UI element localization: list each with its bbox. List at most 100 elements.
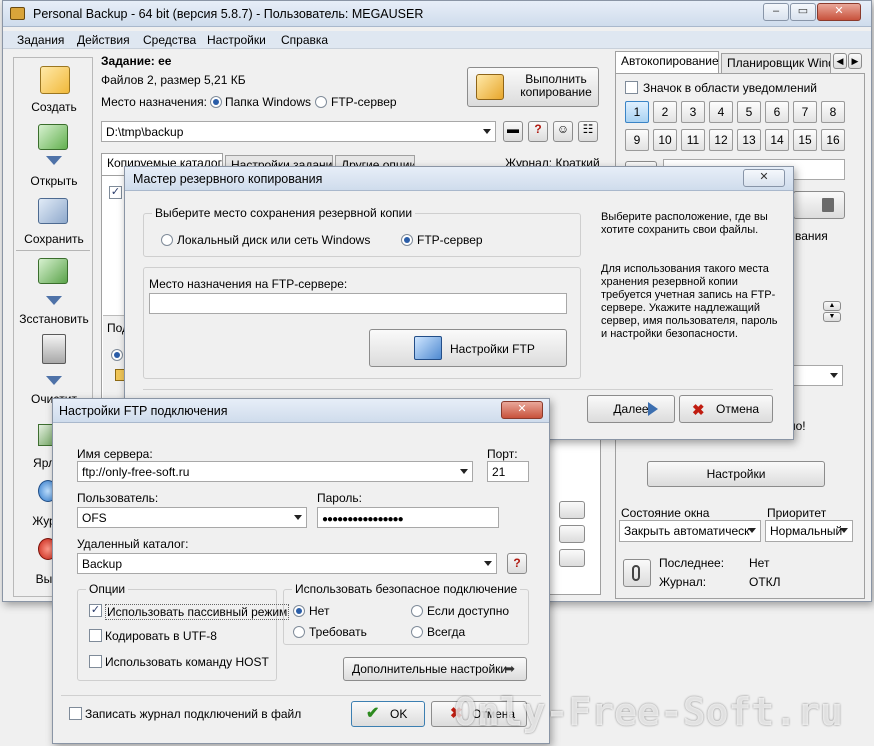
sec-always-label: Всегда xyxy=(427,625,466,639)
menu-settings[interactable]: Настройки xyxy=(207,33,266,47)
passive-mode-checkbox[interactable]: ✓ xyxy=(89,604,102,617)
host-command-checkbox[interactable] xyxy=(89,655,102,668)
arrow-down-icon-2 xyxy=(46,296,62,305)
close-button[interactable]: ✕ xyxy=(817,3,861,21)
wizard-local-radio[interactable] xyxy=(161,234,173,246)
journal2-label: Журнал: xyxy=(659,575,707,589)
user-input[interactable]: OFS xyxy=(77,507,307,528)
path-input[interactable]: D:\tmp\backup xyxy=(101,121,496,142)
wizard-cancel-button[interactable]: ✖ Отмена xyxy=(679,395,773,423)
advanced-settings-button[interactable]: Дополнительные настройки ➡ xyxy=(343,657,527,681)
utf8-checkbox[interactable] xyxy=(89,629,102,642)
ftp-close-button[interactable]: ✕ xyxy=(501,401,543,419)
ok-label: OK xyxy=(390,707,408,721)
dest-ftp-radio[interactable] xyxy=(315,96,327,108)
wizard-close-button[interactable]: ✕ xyxy=(743,169,785,187)
num-1[interactable]: 1 xyxy=(625,101,649,123)
remote-help-button[interactable]: ? xyxy=(507,553,527,574)
log-connection-checkbox[interactable] xyxy=(69,707,82,720)
num-3[interactable]: 3 xyxy=(681,101,705,123)
user-button[interactable]: ☺ xyxy=(553,121,573,142)
password-input[interactable]: ●●●●●●●●●●●●●●●● xyxy=(317,507,499,528)
partial-select[interactable] xyxy=(793,365,843,386)
port-input[interactable]: 21 xyxy=(487,461,529,482)
sidebar-open[interactable]: Открыть xyxy=(18,174,90,188)
tab-scheduler[interactable]: Планировщик Windows xyxy=(721,53,831,73)
wizard-ftp-dest-input[interactable] xyxy=(149,293,567,314)
wizard-ftp-radio[interactable] xyxy=(401,234,413,246)
wizard-choose-label: Выберите место сохранения резервной копи… xyxy=(152,206,416,220)
menu-actions[interactable]: Действия xyxy=(77,33,130,47)
user-label: Пользователь: xyxy=(77,491,159,505)
num-6[interactable]: 6 xyxy=(765,101,789,123)
num-7[interactable]: 7 xyxy=(793,101,817,123)
priority-select[interactable]: Нормальный xyxy=(765,520,853,542)
ok-button[interactable]: ✔ OK xyxy=(351,701,425,727)
sidebar-save[interactable]: Сохранить xyxy=(18,232,90,246)
sub-radio[interactable] xyxy=(111,349,123,361)
password-label: Пароль: xyxy=(317,491,362,505)
num-16[interactable]: 16 xyxy=(821,129,845,151)
sec-if-available-radio[interactable] xyxy=(411,605,423,617)
sec-always-radio[interactable] xyxy=(411,626,423,638)
maximize-button[interactable]: ▭ xyxy=(790,3,816,21)
num-12[interactable]: 12 xyxy=(709,129,733,151)
ftp-title: Настройки FTP подключения xyxy=(59,404,228,418)
num-2[interactable]: 2 xyxy=(653,101,677,123)
autocopy-settings-button[interactable]: Настройки xyxy=(647,461,825,487)
menu-tools[interactable]: Средства xyxy=(143,33,196,47)
cancel-x-icon: ✖ xyxy=(692,402,705,419)
dest-windows-radio[interactable] xyxy=(210,96,222,108)
log-connection-label: Записать журнал подключений в файл xyxy=(85,707,302,721)
arrow-right-icon xyxy=(648,402,658,416)
run-backup-button[interactable]: Выполнить копирование xyxy=(467,67,599,107)
secure-title: Использовать безопасное подключение xyxy=(292,582,521,596)
chevron-down-icon-5 xyxy=(460,469,468,474)
user-value: OFS xyxy=(82,511,107,525)
sidebar-create[interactable]: Создать xyxy=(18,100,90,114)
sec-require-radio[interactable] xyxy=(293,626,305,638)
side-button-2[interactable] xyxy=(559,525,585,543)
spin-down[interactable]: ▼ xyxy=(823,312,841,322)
num-13[interactable]: 13 xyxy=(737,129,761,151)
sec-if-available-label: Если доступно xyxy=(427,604,510,618)
side-button-3[interactable] xyxy=(559,549,585,567)
num-10[interactable]: 10 xyxy=(653,129,677,151)
num-11[interactable]: 11 xyxy=(681,129,705,151)
priority-value: Нормальный xyxy=(770,524,843,538)
minus-button[interactable]: ▬ xyxy=(503,121,523,142)
num-5[interactable]: 5 xyxy=(737,101,761,123)
tab-autocopy[interactable]: Автокопирование xyxy=(615,51,719,73)
main-titlebar: Personal Backup - 64 bit (версия 5.8.7) … xyxy=(3,1,871,27)
minimize-button[interactable]: – xyxy=(763,3,789,21)
num-8[interactable]: 8 xyxy=(821,101,845,123)
server-input[interactable]: ftp://only-free-soft.ru xyxy=(77,461,473,482)
tray-icon-checkbox[interactable] xyxy=(625,81,638,94)
sec-no-radio[interactable] xyxy=(293,605,305,617)
tab-scroll-left[interactable]: ◀ xyxy=(833,53,847,69)
save-icon xyxy=(38,198,68,224)
side-button-1[interactable] xyxy=(559,501,585,519)
list-settings-button[interactable]: ☷ xyxy=(578,121,598,142)
menu-help[interactable]: Справка xyxy=(281,33,328,47)
remote-dir-input[interactable]: Backup xyxy=(77,553,497,574)
window-state-select[interactable]: Закрыть автоматическ xyxy=(619,520,761,542)
status-button[interactable] xyxy=(623,559,651,587)
menu-tasks[interactable]: Задания xyxy=(17,33,64,47)
num-4[interactable]: 4 xyxy=(709,101,733,123)
num-15[interactable]: 15 xyxy=(793,129,817,151)
tab-scroll-right[interactable]: ▶ xyxy=(848,53,862,69)
spin-up[interactable]: ▲ xyxy=(823,301,841,311)
wizard-next-button[interactable]: Далее xyxy=(587,395,675,423)
dir-checkbox[interactable]: ✓ xyxy=(109,186,122,199)
ftp-settings-button[interactable]: Настройки FTP xyxy=(369,329,567,367)
wizard-cancel-label: Отмена xyxy=(716,402,760,416)
help-button[interactable]: ? xyxy=(528,121,548,142)
num-14[interactable]: 14 xyxy=(765,129,789,151)
num-9[interactable]: 9 xyxy=(625,129,649,151)
sidebar-restore[interactable]: Зcстановить xyxy=(18,312,90,326)
delete-autocopy-button[interactable] xyxy=(793,191,845,219)
ftp-titlebar: Настройки FTP подключения ✕ xyxy=(53,399,549,423)
tab-scheduler-label: Планировщик Windows xyxy=(727,56,830,70)
app-icon xyxy=(10,7,25,20)
